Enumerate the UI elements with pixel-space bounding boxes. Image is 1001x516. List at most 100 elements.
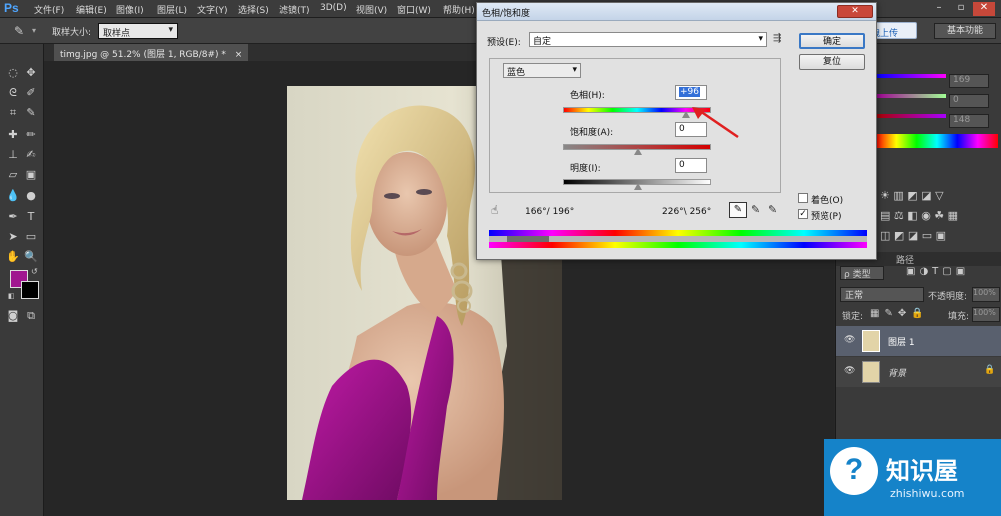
eye-icon[interactable]: 👁: [844, 335, 855, 345]
menu-image[interactable]: 图像(I): [116, 3, 144, 16]
levels-icon[interactable]: ▥: [893, 189, 903, 202]
lookup-icon[interactable]: ▦: [948, 209, 958, 222]
ok-button[interactable]: 确定: [799, 33, 865, 49]
brightness-icon[interactable]: ☀: [880, 189, 890, 202]
layer-row[interactable]: 👁 背景 🔒: [836, 357, 1001, 387]
bw-icon[interactable]: ◧: [907, 209, 917, 222]
hue-input[interactable]: +96: [675, 85, 707, 100]
clone-stamp-icon[interactable]: ⊥: [5, 148, 21, 162]
lock-icons[interactable]: ▦✎✥🔒: [870, 308, 929, 319]
menu-3d[interactable]: 3D(D): [320, 3, 347, 13]
reset-button[interactable]: 复位: [799, 54, 865, 70]
eyedropper-icon[interactable]: ✎: [14, 24, 24, 38]
vibrance-icon[interactable]: ▽: [935, 189, 943, 202]
sample-size-select[interactable]: 取样点 ▾: [98, 23, 178, 39]
blur-tool-icon[interactable]: 💧: [5, 189, 21, 203]
marquee-tool-icon[interactable]: ◌: [5, 66, 21, 80]
brush-tool-icon[interactable]: ✏: [23, 128, 39, 142]
menu-filter[interactable]: 滤镜(T): [279, 3, 310, 16]
hand-tool-icon[interactable]: ✋: [5, 250, 21, 264]
default-colors-icon[interactable]: ◧: [8, 292, 15, 300]
blue-value[interactable]: 148: [949, 114, 989, 128]
minimize-icon[interactable]: –: [929, 2, 949, 16]
preset-options-icon[interactable]: ⇶: [773, 33, 781, 44]
channel-select[interactable]: 蓝色 ▾: [503, 63, 581, 78]
tab-close-icon[interactable]: ×: [235, 50, 243, 60]
layer-row-selected[interactable]: 👁 图层 1: [836, 326, 1001, 356]
zoom-tool-icon[interactable]: 🔍: [23, 250, 39, 264]
path-select-tool-icon[interactable]: ➤: [5, 230, 21, 244]
hue-sat-icon[interactable]: ▤: [880, 209, 890, 222]
healing-brush-icon[interactable]: ✚: [5, 128, 21, 142]
saturation-slider-thumb[interactable]: [634, 148, 642, 155]
quick-select-tool-icon[interactable]: ✐: [23, 86, 39, 100]
eyedropper-plus-icon[interactable]: ✎: [751, 203, 760, 216]
lasso-tool-icon[interactable]: ᘓ: [5, 86, 21, 100]
hand-adjust-icon[interactable]: ☝: [491, 203, 498, 217]
menu-window[interactable]: 窗口(W): [397, 3, 431, 16]
preset-select[interactable]: 自定 ▾: [529, 32, 767, 47]
balance-icon[interactable]: ⚖: [894, 209, 904, 222]
posterize-icon[interactable]: ◩: [894, 229, 904, 242]
eyedropper-icon[interactable]: ✎: [729, 202, 747, 218]
green-value[interactable]: 0: [949, 94, 989, 108]
red-value[interactable]: 169: [949, 74, 989, 88]
history-brush-icon[interactable]: ✍: [23, 148, 39, 162]
curves-icon[interactable]: ◩: [907, 189, 917, 202]
color-ramp[interactable]: [876, 134, 998, 148]
fill-value[interactable]: 100%: [972, 307, 1000, 322]
gradient-map-icon[interactable]: ▭: [922, 229, 932, 242]
colorize-checkbox[interactable]: [798, 193, 808, 203]
dialog-title-bar[interactable]: 色相/饱和度 ✕: [477, 3, 876, 21]
close-icon[interactable]: ✕: [973, 2, 995, 16]
type-tool-icon[interactable]: T: [23, 210, 39, 224]
swap-colors-icon[interactable]: ↺: [31, 267, 38, 276]
dialog-close-icon[interactable]: ✕: [837, 5, 873, 18]
saturation-label: 饱和度(A):: [570, 128, 614, 138]
preview-checkbox[interactable]: ✓: [798, 209, 808, 219]
green-slider[interactable]: [876, 94, 946, 98]
document-tab[interactable]: timg.jpg @ 51.2% (图层 1, RGB/8#) * ×: [54, 44, 249, 61]
shape-tool-icon[interactable]: ▭: [23, 230, 39, 244]
lightness-input[interactable]: 0: [675, 158, 707, 173]
workspace-select[interactable]: 基本功能: [934, 23, 996, 39]
menu-select[interactable]: 选择(S): [238, 3, 269, 16]
invert-icon[interactable]: ◫: [880, 229, 890, 242]
eye-icon[interactable]: 👁: [844, 366, 855, 376]
hue-slider-thumb[interactable]: [682, 111, 690, 118]
layer-kind-filter[interactable]: ρ 类型: [840, 266, 884, 280]
restore-icon[interactable]: ▫: [951, 2, 971, 16]
menu-layer[interactable]: 图层(L): [157, 3, 187, 16]
dodge-tool-icon[interactable]: ●: [23, 189, 39, 203]
mixer-icon[interactable]: ☘: [934, 209, 944, 222]
eraser-tool-icon[interactable]: ▱: [5, 168, 21, 182]
tab-paths[interactable]: 路径: [896, 253, 914, 266]
menu-file[interactable]: 文件(F): [34, 3, 64, 16]
quick-mask-icon[interactable]: ◙: [5, 309, 21, 323]
chevron-down-icon: ▾: [758, 34, 763, 44]
eyedropper-minus-icon[interactable]: ✎: [768, 203, 777, 216]
gradient-tool-icon[interactable]: ▣: [23, 168, 39, 182]
menu-view[interactable]: 视图(V): [356, 3, 387, 16]
document-tab-title: timg.jpg @ 51.2% (图层 1, RGB/8#) *: [60, 50, 226, 60]
threshold-icon[interactable]: ◪: [908, 229, 918, 242]
eyedropper-tool-icon[interactable]: ✎: [23, 106, 39, 120]
blue-slider[interactable]: [876, 114, 946, 118]
chevron-down-icon[interactable]: ▾: [32, 26, 36, 35]
menu-type[interactable]: 文字(Y): [197, 3, 228, 16]
menu-edit[interactable]: 编辑(E): [76, 3, 107, 16]
blend-mode-select[interactable]: 正常: [840, 287, 924, 302]
exposure-icon[interactable]: ◪: [921, 189, 931, 202]
screen-mode-icon[interactable]: ⧉: [23, 309, 39, 323]
lightness-slider-thumb[interactable]: [634, 183, 642, 190]
move-tool-icon[interactable]: ✥: [23, 66, 39, 80]
menu-help[interactable]: 帮助(H): [443, 3, 475, 16]
background-color-swatch[interactable]: [21, 281, 39, 299]
selective-color-icon[interactable]: ▣: [936, 229, 946, 242]
red-slider[interactable]: [876, 74, 946, 78]
photo-filter-icon[interactable]: ◉: [921, 209, 931, 222]
range-left-text: 166°/ 196°: [525, 207, 575, 217]
opacity-value[interactable]: 100%: [972, 287, 1000, 302]
crop-tool-icon[interactable]: ⌗: [5, 106, 21, 120]
pen-tool-icon[interactable]: ✒: [5, 210, 21, 224]
